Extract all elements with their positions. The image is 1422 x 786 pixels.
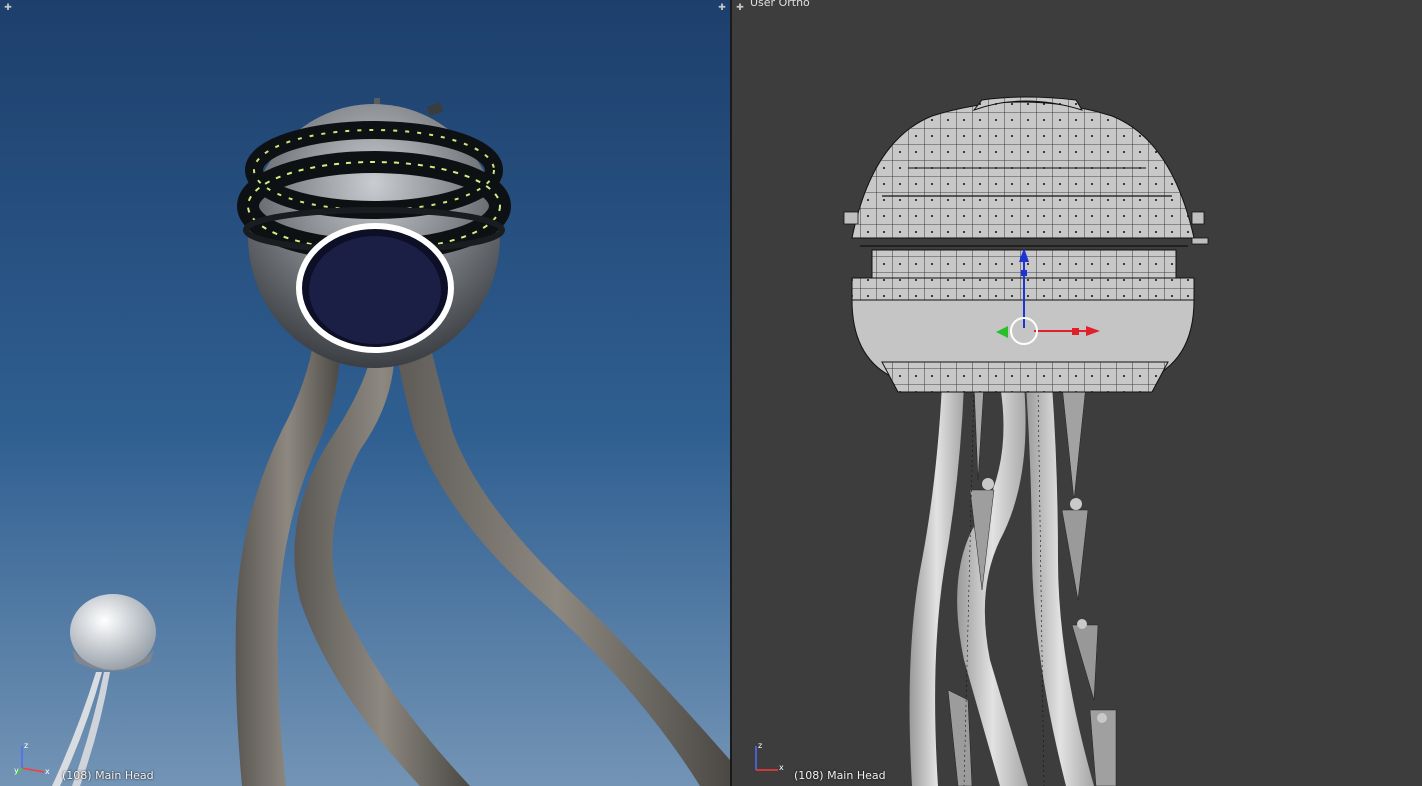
3d-viewport[interactable]: User Ortho ✚ z x (108) Main Head (732, 0, 1422, 786)
tower-leg (1026, 385, 1094, 786)
viewport-corner-widget[interactable]: ✚ (735, 3, 745, 13)
solid-view-image (843, 96, 1209, 786)
axis-gizmo: z x y (14, 741, 50, 776)
tower-head (237, 98, 511, 368)
axis-gizmo: z x (755, 741, 784, 772)
axis-label-z: z (24, 741, 28, 750)
render-viewport[interactable]: ✚ ✚ z x y (108) Main Head (0, 0, 730, 786)
tower-head-mesh (843, 96, 1209, 393)
render-image (0, 0, 730, 786)
viewport-corner-widget[interactable]: ✚ (3, 3, 13, 13)
viewport-status-text: (108) Main Head (62, 769, 154, 782)
axis-label-x: x (779, 763, 784, 772)
axis-label-x: x (45, 767, 50, 776)
axis-label-z: z (758, 741, 762, 750)
viewport-view-label: User Ortho (750, 0, 810, 9)
viewport-status-text: (108) Main Head (794, 769, 886, 782)
viewport-corner-widget[interactable]: ✚ (717, 3, 727, 13)
axis-label-y: y (14, 766, 19, 775)
